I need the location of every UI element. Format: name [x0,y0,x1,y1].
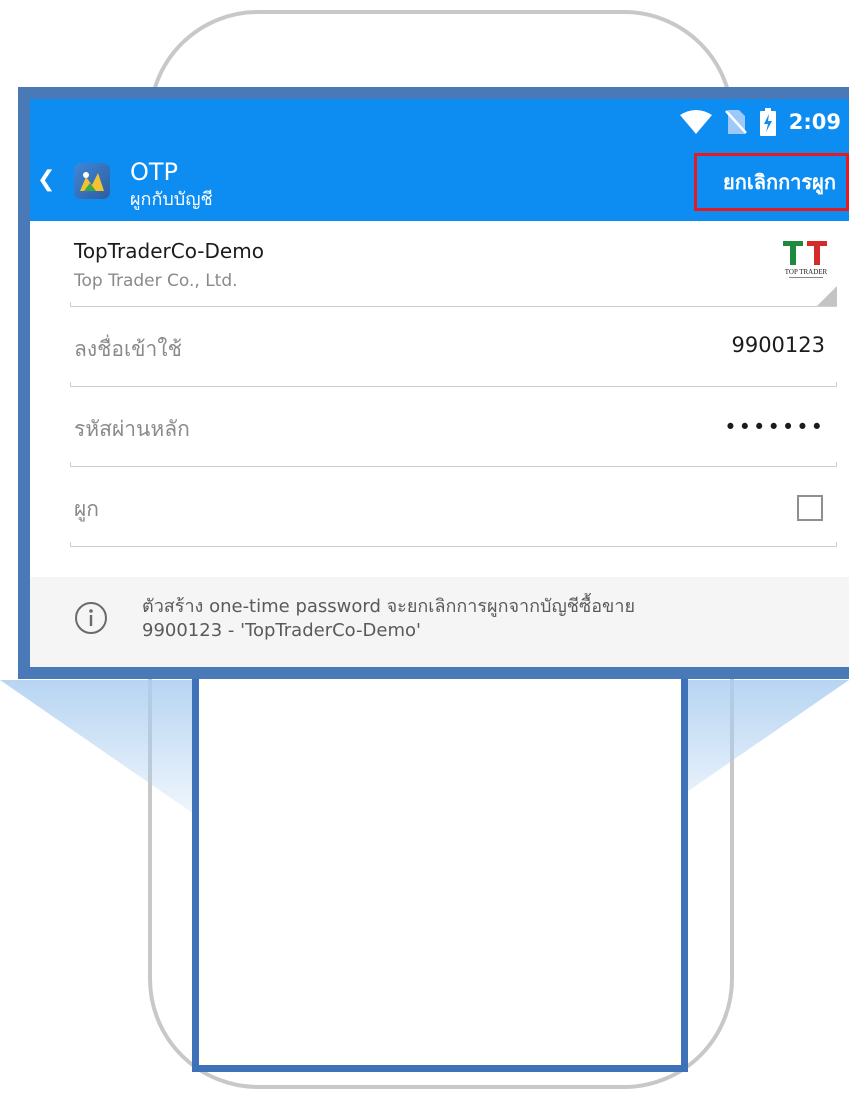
status-icons: 2:09 [679,108,841,136]
unbind-button[interactable]: ยกเลิกการผูก [694,153,849,211]
clock-time: 2:09 [788,110,841,134]
app-screen: 2:09 ❮ OTP ผูกกับบัญชี ยกเลิกการผูก TopT… [30,99,849,667]
battery-charging-icon [759,108,776,136]
server-name: TopTraderCo-Demo [74,239,264,263]
wifi-icon [679,110,712,134]
login-field[interactable]: ลงชื่อเข้าใช้ 9900123 [30,307,849,387]
company-name: Top Trader Co., Ltd. [74,271,238,291]
bind-label: ผูก [74,497,100,521]
app-bar: ❮ OTP ผูกกับบัญชี ยกเลิกการผูก [30,145,849,221]
bind-checkbox[interactable] [797,495,823,521]
info-text: ตัวสร้าง one-time password จะยกเลิกการผู… [142,595,782,643]
status-bar: 2:09 [30,99,849,145]
zoomed-screen-panel: 2:09 ❮ OTP ผูกกับบัญชี ยกเลิกการผูก TopT… [18,87,849,679]
info-icon [75,602,107,634]
divider [70,542,837,547]
top-trader-logo: TOP TRADER [783,241,828,278]
dropdown-corner-icon [817,286,837,306]
login-label: ลงชื่อเข้าใช้ [74,337,182,361]
password-label: รหัสผ่านหลัก [74,417,190,441]
page-subtitle: ผูกกับบัญชี [130,189,213,210]
server-selector[interactable]: TopTraderCo-Demo Top Trader Co., Ltd. TO… [30,221,849,307]
metatrader-logo-icon[interactable] [74,163,110,199]
unbind-button-label: ยกเลิกการผูก [723,170,836,194]
back-chevron-icon[interactable]: ❮ [37,167,55,192]
page-title: OTP [130,158,179,186]
login-value[interactable]: 9900123 [731,333,825,357]
info-text-line2: 9900123 - 'TopTraderCo-Demo' [142,620,421,641]
top-trader-logo-text: TOP TRADER [785,268,828,276]
info-message: ตัวสร้าง one-time password จะยกเลิกการผู… [30,577,849,667]
phone-screen [192,640,688,1072]
no-sim-icon [724,110,747,134]
password-value[interactable]: ••••••• [724,415,825,439]
master-password-field[interactable]: รหัสผ่านหลัก ••••••• [30,387,849,467]
bind-row[interactable]: ผูก [30,467,849,547]
info-text-line1: ตัวสร้าง one-time password จะยกเลิกการผู… [142,596,636,617]
